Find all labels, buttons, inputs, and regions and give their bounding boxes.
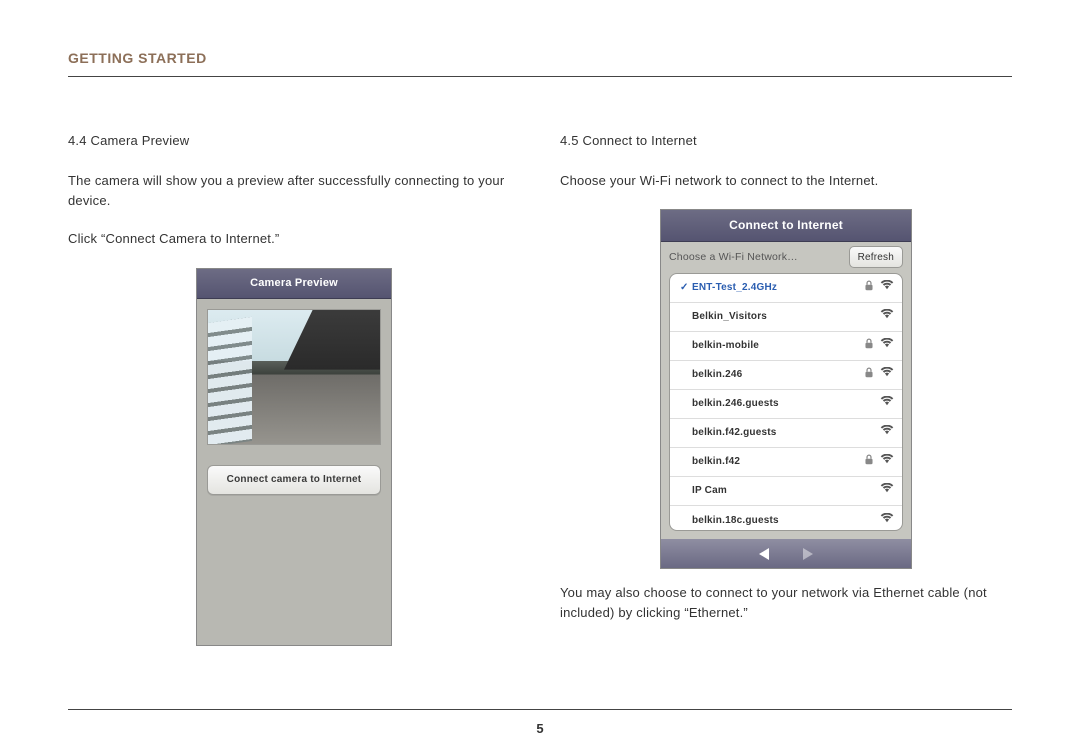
wifi-network-row[interactable]: belkin.18c.guests [670,506,902,531]
wifi-network-row[interactable]: IP Cam [670,477,902,506]
wifi-subheader: Choose a Wi-Fi Network… Refresh [661,242,911,273]
nav-back-icon[interactable] [759,548,769,560]
wifi-network-name: belkin-mobile [692,338,862,354]
wifi-signal-icon [876,425,894,441]
wifi-signal-icon [876,338,894,354]
wifi-network-name: ENT-Test_2.4GHz [692,280,862,296]
phone-screenshot-wrap-right: Connect to Internet Choose a Wi-Fi Netwo… [560,209,1012,569]
connect-camera-button[interactable]: Connect camera to Internet [207,465,381,495]
content-columns: 4.4 Camera Preview The camera will show … [68,131,1012,646]
right-section-title: 4.5 Connect to Internet [560,131,1012,151]
wifi-network-list: ✓ENT-Test_2.4GHz Belkin_Visitors belkin-mo… [669,273,903,531]
left-para-2: Click “Connect Camera to Internet.” [68,229,520,249]
wifi-network-name: Belkin_Visitors [692,309,862,325]
wifi-network-name: belkin.246 [692,367,862,383]
checkmark-icon: ✓ [680,280,692,296]
left-para-1: The camera will show you a preview after… [68,171,520,211]
wifi-network-name: belkin.246.guests [692,396,862,412]
page-number: 5 [0,721,1080,736]
wifi-network-name: IP Cam [692,483,862,499]
refresh-button[interactable]: Refresh [849,246,903,268]
wifi-network-row[interactable]: ✓ENT-Test_2.4GHz [670,274,902,303]
wifi-network-row[interactable]: belkin.f42 [670,448,902,477]
lock-icon [862,367,876,384]
wifi-network-name: belkin.18c.guests [692,513,862,529]
right-column: 4.5 Connect to Internet Choose your Wi-F… [560,131,1012,646]
lock-icon [862,454,876,471]
navbar-title: Connect to Internet [661,210,911,241]
wifi-network-name: belkin.f42 [692,454,862,470]
navbar-title: Camera Preview [197,269,391,299]
phone-screenshot-wrap-left: Camera Preview Connect camera to Interne… [68,268,520,646]
wifi-signal-icon [876,454,894,470]
bottom-nav-bar [661,539,911,568]
wifi-network-row[interactable]: belkin-mobile [670,332,902,361]
phone-camera-preview: Camera Preview Connect camera to Interne… [196,268,392,646]
phone-connect-internet: Connect to Internet Choose a Wi-Fi Netwo… [660,209,912,569]
wifi-network-name: belkin.f42.guests [692,425,862,441]
wifi-signal-icon [876,396,894,412]
nav-forward-icon[interactable] [803,548,813,560]
wifi-signal-icon [876,309,894,325]
wifi-network-row[interactable]: Belkin_Visitors [670,303,902,332]
left-column: 4.4 Camera Preview The camera will show … [68,131,520,646]
left-section-title: 4.4 Camera Preview [68,131,520,151]
right-para-2: You may also choose to connect to your n… [560,583,1012,623]
wifi-signal-icon [876,513,894,529]
wifi-network-row[interactable]: belkin.246 [670,361,902,390]
wifi-signal-icon [876,280,894,296]
lock-icon [862,338,876,355]
choose-network-label: Choose a Wi-Fi Network… [669,249,798,265]
lock-icon [862,280,876,297]
wifi-signal-icon [876,367,894,383]
wifi-network-row[interactable]: belkin.246.guests [670,390,902,419]
wifi-network-row[interactable]: belkin.f42.guests [670,419,902,448]
camera-preview-image [207,309,381,445]
wifi-signal-icon [876,483,894,499]
right-para-1: Choose your Wi-Fi network to connect to … [560,171,1012,191]
footer-rule [68,709,1012,710]
section-header: GETTING STARTED [68,50,1012,77]
